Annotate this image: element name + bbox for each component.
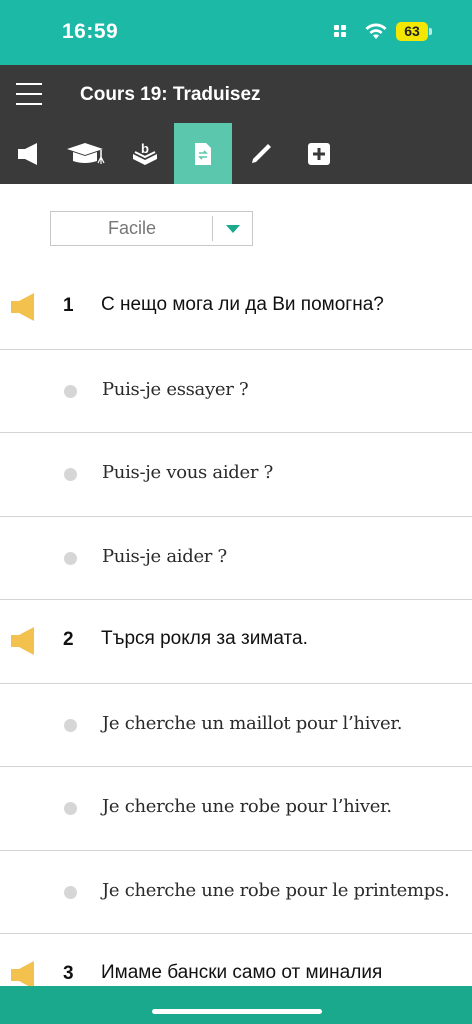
bottom-bar	[0, 986, 472, 1024]
pencil-icon	[252, 143, 271, 163]
lesson-toolbar: b	[0, 123, 472, 184]
svg-text:b: b	[141, 141, 149, 156]
tab-vocabulary[interactable]: b	[116, 123, 174, 184]
radio-dot[interactable]	[64, 718, 77, 732]
wifi-icon	[365, 23, 387, 39]
question-number: 1	[63, 295, 74, 316]
status-time: 16:59	[62, 20, 119, 43]
speaker-icon[interactable]	[10, 292, 40, 322]
answer-option[interactable]: Puis-je vous aider ?	[0, 433, 472, 517]
tab-lesson[interactable]	[58, 123, 116, 184]
answer-text: Je cherche un maillot pour l’hiver.	[102, 712, 403, 734]
radio-dot[interactable]	[64, 551, 77, 565]
speaker-icon	[18, 142, 37, 165]
answer-text: Puis-je aider ?	[102, 545, 227, 567]
answer-text: Puis-je essayer ?	[102, 378, 249, 400]
tab-writing[interactable]	[232, 123, 290, 184]
question-text: Търся рокля за зимата.	[101, 628, 308, 649]
answer-option[interactable]: Je cherche une robe pour le printemps.	[0, 851, 472, 934]
difficulty-dropdown[interactable]: Facile	[50, 211, 253, 246]
status-bar: 16:59 63	[0, 0, 472, 65]
battery-tip	[429, 28, 432, 35]
question-row: 1 С нещо мога ли да Ви помогна?	[0, 266, 472, 350]
translate-document-icon	[195, 142, 211, 165]
hamburger-menu-button[interactable]	[16, 83, 42, 105]
answer-text: Je cherche une robe pour l’hiver.	[102, 796, 392, 817]
home-indicator[interactable]	[152, 1009, 322, 1014]
radio-dot[interactable]	[64, 468, 77, 481]
question-text: С нещо мога ли да Ви помогна?	[101, 294, 384, 315]
dropdown-divider	[212, 216, 213, 241]
graduation-cap-icon	[67, 142, 105, 164]
radio-dot[interactable]	[64, 802, 77, 815]
vocabulary-box-icon: b	[133, 141, 157, 165]
question-number: 3	[63, 963, 74, 984]
radio-dot[interactable]	[64, 384, 77, 398]
app-header: Cours 19: Traduisez b	[0, 65, 472, 184]
exercise-list: 1 С нещо мога ли да Ви помогна? Puis-je …	[0, 266, 472, 1018]
tab-listen[interactable]	[0, 123, 58, 184]
answer-option[interactable]: Je cherche une robe pour l’hiver.	[0, 767, 472, 851]
question-number: 2	[63, 629, 74, 650]
answer-text: Je cherche une robe pour le printemps.	[102, 879, 450, 901]
answer-option[interactable]: Puis-je essayer ?	[0, 350, 472, 433]
battery-level: 63	[396, 22, 428, 41]
page-title: Cours 19: Traduisez	[80, 84, 261, 105]
radio-dot[interactable]	[64, 885, 77, 899]
battery-indicator: 63	[396, 22, 432, 41]
plus-square-icon	[308, 142, 330, 165]
question-text: Имаме бански само от миналия	[101, 962, 383, 983]
answer-option[interactable]: Puis-je aider ?	[0, 517, 472, 600]
question-row: 2 Търся рокля за зимата.	[0, 600, 472, 684]
tab-more[interactable]	[290, 123, 348, 184]
tab-translate[interactable]	[174, 123, 232, 184]
difficulty-value: Facile	[107, 218, 156, 238]
answer-text: Puis-je vous aider ?	[102, 462, 273, 483]
cellular-signal-icon	[334, 25, 350, 39]
answer-option[interactable]: Je cherche un maillot pour l’hiver.	[0, 684, 472, 767]
speaker-icon[interactable]	[10, 626, 40, 656]
chevron-down-icon	[226, 225, 240, 233]
